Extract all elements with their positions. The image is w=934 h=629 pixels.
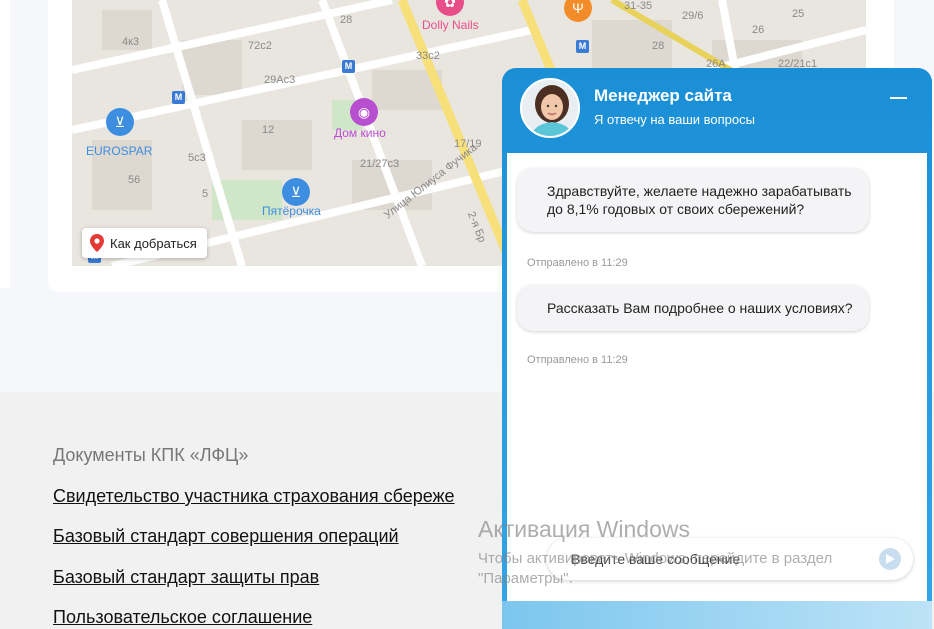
document-link-rights-standard[interactable]: Базовый стандарт защиты прав [53,567,319,588]
chat-widget: Менеджер сайта Я отвечу на ваши вопросы … [502,68,932,629]
metro-icon[interactable]: M [342,60,355,73]
document-link-operations-standard[interactable]: Базовый стандарт совершения операций [53,526,399,547]
manager-avatar [520,78,580,138]
house-number: 5 [202,188,209,200]
route-button[interactable]: Как добраться [82,228,207,258]
chat-message: Здравствуйте, желаете надежно зарабатыва… [517,168,869,232]
poi-label[interactable]: Пятёрочка [262,204,321,218]
location-pin-icon [90,234,104,252]
house-number: 21/27с3 [360,158,400,170]
house-number: 12 [262,124,275,136]
chat-message-input[interactable] [547,538,867,580]
documents-title: Документы КПК «ЛФЦ» [53,445,249,465]
house-number: 31-35 [624,0,653,12]
manager-photo [522,80,578,136]
house-number: 29Ас3 [264,74,296,86]
house-number: 56 [128,174,141,186]
house-number: 72с2 [248,40,272,52]
message-timestamp: Отправлено в 11:29 [527,354,628,366]
poi-label[interactable]: Дом кино [334,126,386,140]
manager-name: Менеджер сайта [594,86,732,105]
basket-icon[interactable]: ⊻ [282,178,310,206]
chat-header[interactable]: Менеджер сайта Я отвечу на ваши вопросы [502,68,932,153]
house-number: 4к3 [122,36,140,48]
house-number: 25 [792,8,805,20]
chat-subtitle: Я отвечу на ваши вопросы [594,112,755,127]
route-button-label: Как добраться [110,235,197,251]
document-link-user-agreement[interactable]: Пользовательское соглашение [53,607,312,628]
chat-input-wrapper [547,538,913,580]
document-link-insurance-certificate[interactable]: Свидетельство участника страхования сбер… [53,486,455,507]
cinema-icon[interactable]: ◉ [350,98,378,126]
metro-icon[interactable]: M [172,91,185,104]
send-icon[interactable] [879,548,901,570]
house-number: 26 [752,24,765,36]
poi-label[interactable]: Dolly Nails [422,18,479,32]
chat-messages-area: Здравствуйте, желаете надежно зарабатыва… [507,153,927,603]
house-number: 28 [652,40,665,52]
left-card-edge [0,0,10,288]
house-number: 28 [340,14,353,26]
house-number: 33с2 [416,50,440,62]
minimize-icon[interactable] [890,90,908,104]
metro-icon[interactable]: M [576,40,589,53]
chat-footer-strip [502,601,932,629]
house-number: 29/6 [682,10,704,22]
chat-message: Рассказать Вам подробнее о наших условия… [517,285,869,331]
house-number: 5с3 [188,152,206,164]
poi-label[interactable]: EUROSPAR [86,144,152,158]
basket-icon[interactable]: ⊻ [106,108,134,136]
message-timestamp: Отправлено в 11:29 [527,257,628,269]
